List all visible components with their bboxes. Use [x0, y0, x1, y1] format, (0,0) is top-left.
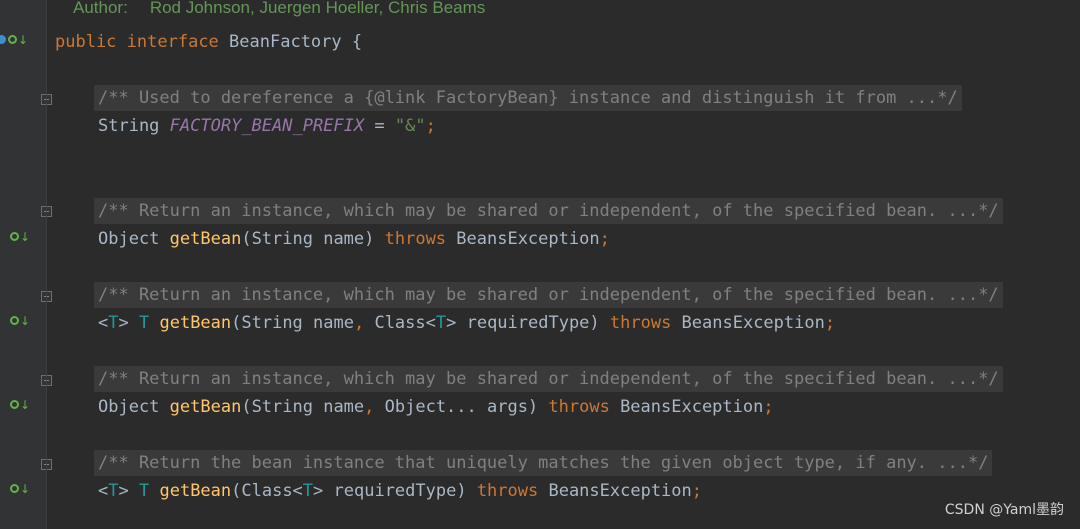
assign-op: = [364, 116, 395, 136]
method-name: getBean [159, 313, 232, 333]
interface-declaration[interactable]: public interface BeanFactory { [55, 28, 362, 56]
angle-open: < [98, 313, 109, 333]
method-params: > requiredType) [446, 313, 610, 333]
field-type: String [98, 116, 160, 136]
arrow-down-icon: ↓ [20, 397, 31, 412]
method-params: (String name [241, 397, 365, 417]
keyword-throws: throws [476, 481, 539, 501]
return-type: Object [98, 229, 160, 249]
folded-javadoc-comment[interactable]: /** Return an instance, which may be sha… [94, 198, 1003, 224]
implemented-method-icon[interactable]: ↓ [10, 313, 30, 328]
implemented-method-icon[interactable]: ↓ [10, 397, 30, 412]
exception-type: BeansException [609, 397, 764, 417]
editor-gutter: ↓ ↓ ↓ ↓ ↓ [0, 0, 52, 529]
implemented-circle-icon [10, 484, 19, 493]
string-literal: "&" [394, 116, 426, 136]
return-type: T [138, 481, 150, 501]
folded-javadoc-comment[interactable]: /** Return an instance, which may be sha… [94, 282, 1003, 308]
method-declaration[interactable]: Object getBean(String name) throws Beans… [98, 225, 610, 253]
implemented-method-icon[interactable]: ↓ [10, 481, 30, 496]
implemented-interface-icon[interactable]: ↓ [0, 32, 28, 47]
keyword-throws: throws [609, 313, 672, 333]
implemented-method-icon[interactable]: ↓ [10, 229, 30, 244]
exception-type: BeansException [446, 229, 600, 249]
folded-javadoc-comment[interactable]: /** Return an instance, which may be sha… [94, 366, 1003, 392]
semicolon: ; [691, 481, 703, 501]
javadoc-author: Author: Rod Johnson, Juergen Hoeller, Chr… [73, 0, 485, 22]
comma: , [364, 397, 375, 417]
method-name: getBean [169, 229, 242, 249]
implemented-circle-icon [10, 400, 19, 409]
method-declaration[interactable]: <T> T getBean(Class<T> requiredType) thr… [98, 477, 702, 505]
folded-javadoc-comment[interactable]: /** Used to dereference a {@link Factory… [94, 85, 962, 111]
arrow-down-icon: ↓ [20, 481, 31, 496]
folded-javadoc-comment[interactable]: /** Return the bean instance that unique… [94, 450, 993, 476]
code-editor[interactable]: Author: Rod Johnson, Juergen Hoeller, Chr… [47, 0, 1080, 529]
semicolon: ; [824, 313, 836, 333]
implemented-circle-icon [10, 316, 19, 325]
field-name: FACTORY_BEAN_PREFIX [169, 116, 365, 136]
semicolon: ; [599, 229, 610, 249]
method-params: (Class< [231, 481, 303, 501]
open-brace: { [351, 32, 363, 52]
field-declaration[interactable]: String FACTORY_BEAN_PREFIX = "&"; [98, 112, 436, 140]
method-params: > requiredType) [313, 481, 477, 501]
exception-type: BeansException [671, 313, 825, 333]
angle-open: < [98, 481, 109, 501]
author-label: Author: [73, 0, 128, 17]
return-type: Object [98, 397, 160, 417]
implementation-dot-icon [0, 35, 6, 44]
implemented-circle-icon [10, 232, 19, 241]
method-name: getBean [159, 481, 232, 501]
method-params: Object... args) [374, 397, 549, 417]
author-names: Rod Johnson, Juergen Hoeller, Chris Beam… [149, 0, 486, 17]
interface-name: BeanFactory [229, 32, 342, 52]
implemented-circle-icon [8, 35, 17, 44]
type-param: T [108, 481, 119, 501]
keyword-public: public [55, 32, 117, 52]
return-type: T [138, 313, 150, 333]
keyword-interface: interface [126, 32, 219, 52]
exception-type: BeansException [538, 481, 692, 501]
method-declaration[interactable]: <T> T getBean(String name, Class<T> requ… [98, 309, 835, 337]
type-param: T [435, 313, 447, 333]
arrow-down-icon: ↓ [20, 313, 31, 328]
arrow-down-icon: ↓ [18, 32, 29, 47]
method-declaration[interactable]: Object getBean(String name, Object... ar… [98, 393, 774, 421]
type-param: T [302, 481, 314, 501]
arrow-down-icon: ↓ [20, 229, 31, 244]
type-param: T [108, 313, 119, 333]
watermark: CSDN @Yaml墨韵 [944, 502, 1064, 518]
method-params: Class< [364, 313, 436, 333]
keyword-throws: throws [548, 397, 610, 417]
comma: , [353, 313, 365, 333]
angle-close: > [118, 481, 139, 501]
method-params: (String name) [241, 229, 385, 249]
semicolon: ; [425, 116, 436, 136]
method-name: getBean [169, 397, 242, 417]
method-params: (String name [231, 313, 354, 333]
keyword-throws: throws [384, 229, 447, 249]
angle-close: > [118, 313, 139, 333]
semicolon: ; [763, 397, 774, 417]
